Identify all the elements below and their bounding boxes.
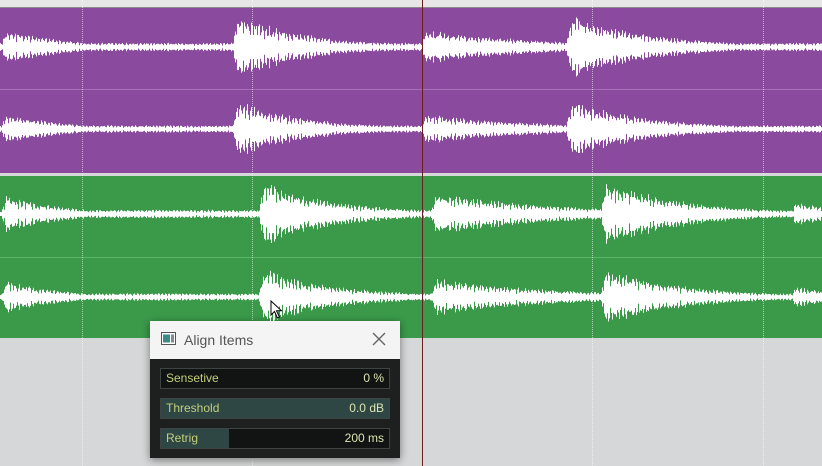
grid-line	[763, 0, 764, 466]
waveform-purple	[0, 17, 822, 154]
mouse-pointer-icon	[270, 300, 283, 319]
waveform-green	[0, 184, 822, 324]
play-cursor[interactable]	[422, 0, 423, 466]
slider-label: Threshold	[166, 401, 220, 415]
track-item-green[interactable]	[0, 176, 822, 338]
grid-line	[82, 0, 83, 466]
track-item-purple[interactable]	[0, 8, 822, 173]
slider-value: 0.0 dB	[349, 401, 384, 415]
waveform-channel	[0, 104, 822, 154]
sensitive-slider[interactable]: Sensetive 0 %	[160, 368, 390, 389]
slider-value: 0 %	[363, 371, 384, 385]
waveform-channel	[0, 270, 822, 324]
dialog-titlebar[interactable]: Align Items	[150, 321, 400, 359]
threshold-slider[interactable]: Threshold 0.0 dB	[160, 398, 390, 419]
waveform-channel	[0, 17, 822, 77]
align-items-dialog: Align Items Sensetive 0 % Threshold 0.0 …	[150, 321, 400, 458]
arrange-view[interactable]: Align Items Sensetive 0 % Threshold 0.0 …	[0, 0, 822, 466]
slider-label: Sensetive	[166, 371, 219, 385]
retrig-slider[interactable]: Retrig 200 ms	[160, 428, 390, 449]
slider-label: Retrig	[166, 431, 199, 445]
timeline-ruler-edge	[0, 0, 822, 8]
waveform-channel	[0, 184, 822, 244]
window-icon	[161, 332, 176, 345]
close-icon[interactable]	[372, 332, 386, 346]
slider-value: 200 ms	[344, 431, 384, 445]
grid-line	[592, 0, 593, 466]
dialog-title: Align Items	[184, 332, 254, 348]
